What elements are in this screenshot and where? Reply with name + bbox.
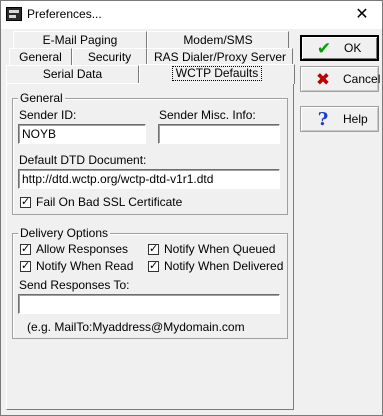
send-responses-hint: (e.g. MailTo:Myaddress@Mydomain.com [27,320,245,334]
preferences-window: Preferences... ✕ E-Mail Paging Modem/SMS… [0,0,383,416]
tab-ras-dialer[interactable]: RAS Dialer/Proxy Server [147,48,293,65]
app-icon [6,7,22,21]
cancel-button-label: Cancel [343,72,381,86]
tab-wctp-defaults-label: WCTP Defaults [171,66,263,81]
close-icon[interactable]: ✕ [348,4,376,26]
cancel-button[interactable]: ✖ Cancel [300,66,381,92]
checkmark-icon: ✓ [21,195,31,208]
fail-ssl-label: Fail On Bad SSL Certificate [36,195,183,209]
checkmark-icon: ✓ [21,242,31,255]
tab-security[interactable]: Security [72,48,147,65]
general-group-legend: General [18,91,65,105]
default-dtd-input[interactable]: http://dtd.wctp.org/wctp-dtd-v1r1.dtd [18,169,280,189]
tab-general-label: General [19,50,62,64]
notify-delivered-label: Notify When Delivered [164,259,284,273]
window-title: Preferences... [27,7,102,21]
tab-serial-data-label: Serial Data [42,67,103,81]
tab-general[interactable]: General [9,48,72,65]
general-groupbox: General Sender ID: NOYB Sender Misc. Inf… [12,91,288,215]
fail-ssl-checkbox[interactable]: ✓ [20,195,31,208]
sender-misc-info-label: Sender Misc. Info: [159,108,256,122]
tab-email-paging[interactable]: E-Mail Paging [13,31,147,48]
ok-button-label: OK [344,41,362,55]
notify-queued-checkbox[interactable]: ✓ [148,242,159,255]
sender-id-input[interactable]: NOYB [18,124,146,144]
checkmark-icon: ✓ [149,242,159,255]
notify-read-label: Notify When Read [36,259,134,273]
tab-security-label: Security [87,50,132,64]
sender-id-label: Sender ID: [19,108,77,122]
tab-ras-dialer-label: RAS Dialer/Proxy Server [153,50,287,64]
default-dtd-label: Default DTD Document: [19,153,147,167]
tab-panel: General Sender ID: NOYB Sender Misc. Inf… [6,83,294,410]
notify-delivered-checkbox[interactable]: ✓ [148,259,159,272]
question-mark-icon: ? [317,109,329,130]
help-button-label: Help [343,112,368,126]
sender-misc-info-input[interactable] [158,124,280,144]
tab-wctp-defaults[interactable]: WCTP Defaults [139,64,295,84]
notify-queued-label: Notify When Queued [164,242,276,256]
allow-responses-checkbox[interactable]: ✓ [20,242,31,255]
help-button[interactable]: ? Help [300,106,379,132]
tab-serial-data[interactable]: Serial Data [6,65,139,83]
delivery-options-groupbox: Delivery Options ✓ Allow Responses ✓ Not… [12,226,288,339]
notify-read-checkbox[interactable]: ✓ [20,259,31,272]
checkmark-icon: ✓ [149,259,159,272]
ok-button[interactable]: ✔ OK [300,35,379,61]
tab-modem-sms-label: Modem/SMS [183,33,253,47]
tab-modem-sms[interactable]: Modem/SMS [147,31,289,48]
allow-responses-label: Allow Responses [36,242,129,256]
title-bar: Preferences... ✕ [1,1,382,29]
send-responses-label: Send Responses To: [19,278,130,292]
checkmark-icon: ✔ [316,39,332,59]
delivery-group-legend: Delivery Options [18,226,111,240]
x-icon: ✖ [315,70,331,90]
send-responses-input[interactable] [18,294,280,314]
tab-email-paging-label: E-Mail Paging [42,33,118,47]
checkmark-icon: ✓ [21,259,31,272]
